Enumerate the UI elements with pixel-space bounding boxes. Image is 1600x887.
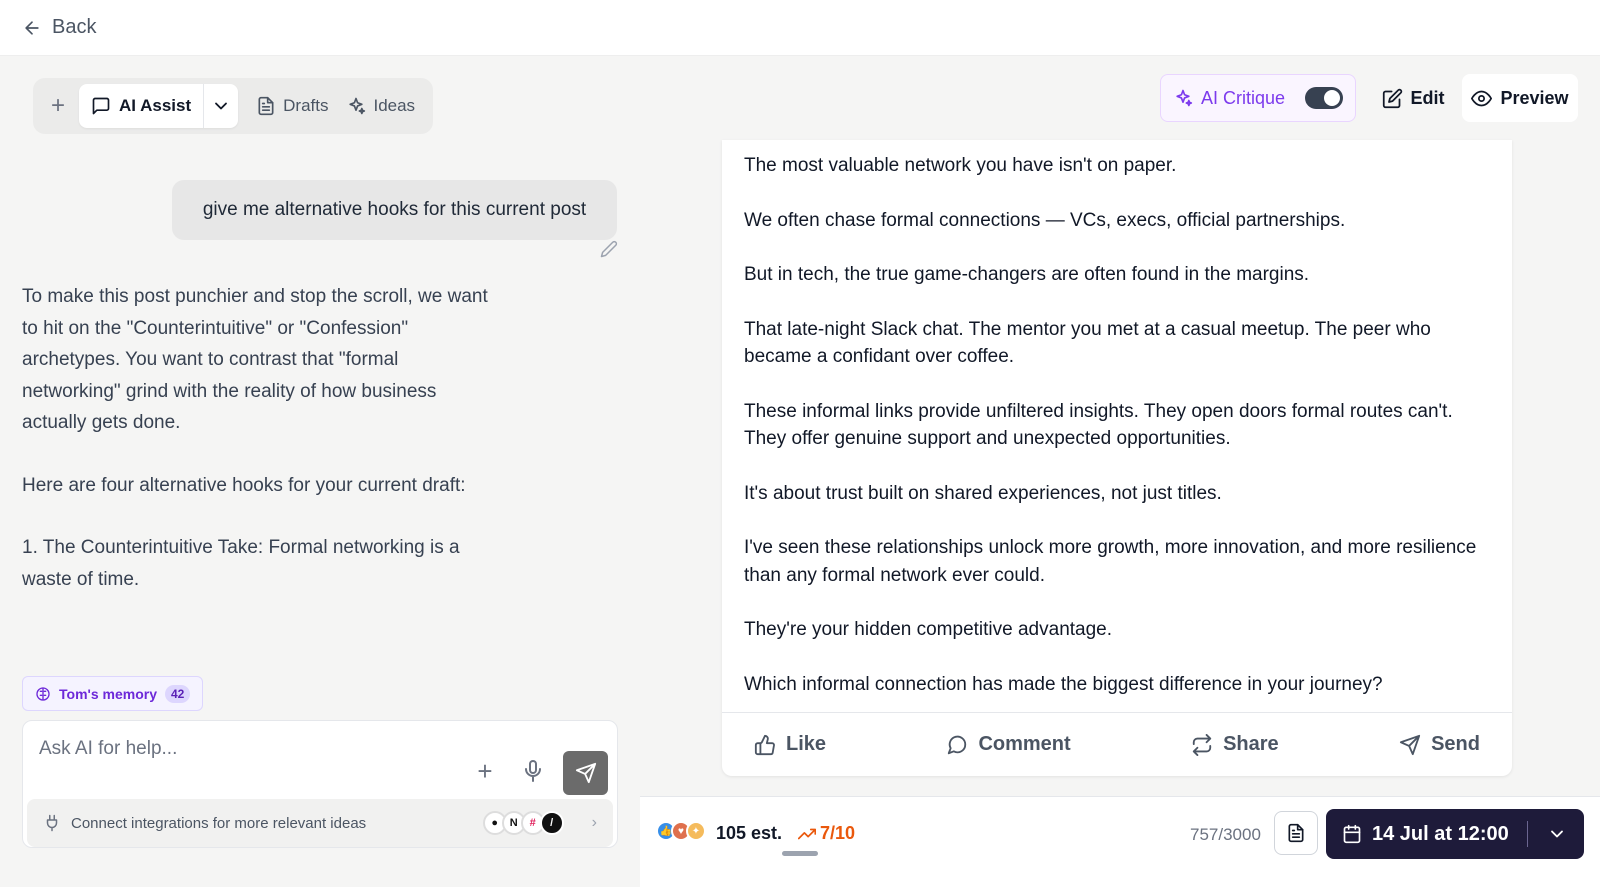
post-score[interactable]: 7/10 (798, 823, 855, 844)
share-button[interactable]: Share (1191, 733, 1279, 756)
file-text-icon (1288, 823, 1304, 843)
edit-label: Edit (1410, 87, 1445, 108)
post-paragraph: That late-night Slack chat. The mentor y… (744, 318, 1431, 368)
post-preview-card: The most valuable network you have isn't… (722, 140, 1512, 776)
assistant-paragraph: 1. The Counterintuitive Take: Formal net… (22, 537, 460, 590)
file-text-icon (258, 96, 274, 116)
chevron-right-icon: › (591, 814, 597, 831)
post-paragraph: I've seen these relationships unlock mor… (744, 537, 1477, 586)
schedule-button[interactable]: 14 Jul at 12:00 (1326, 809, 1584, 859)
user-message: give me alternative hooks for this curre… (172, 180, 617, 240)
ai-critique-switch[interactable] (1305, 87, 1343, 109)
repeat-icon (1192, 733, 1212, 756)
assistant-paragraph: To make this post punchier and stop the … (22, 286, 488, 433)
trending-up-icon (798, 828, 816, 839)
post-editor-panel: AI Critique Edit Preview The most valuab… (640, 56, 1600, 887)
message-square-icon (92, 97, 110, 115)
plug-icon (46, 814, 58, 832)
comment-label: Comment (978, 733, 1071, 755)
post-paragraph: It's about trust built on shared experie… (744, 482, 1222, 504)
assistant-toolbar: + AI Assist Drafts Ideas (33, 78, 433, 134)
drafts-doc-button[interactable] (1274, 811, 1318, 855)
schedule-dropdown[interactable] (1546, 824, 1568, 844)
send-icon (575, 762, 596, 784)
ask-ai-input[interactable] (39, 731, 459, 767)
like-button[interactable]: Like (754, 733, 826, 756)
send-label: Send (1431, 733, 1480, 755)
preview-button[interactable]: Preview (1462, 74, 1578, 122)
sparkles-icon (1176, 89, 1193, 107)
integration-logos: ● N # / (482, 811, 564, 835)
microphone-icon[interactable] (521, 759, 545, 783)
drag-handle[interactable] (782, 851, 818, 856)
engagement-estimate: 105 est. (716, 823, 783, 843)
comment-button[interactable]: Comment (946, 733, 1071, 756)
sparkles-icon (349, 97, 366, 115)
assistant-panel: + AI Assist Drafts Ideas give me alterna… (0, 56, 640, 887)
back-label: Back (52, 16, 97, 38)
chevron-down-icon (1551, 830, 1563, 838)
send-button[interactable]: Send (1399, 733, 1480, 756)
send-message-button[interactable] (563, 751, 608, 795)
ai-assist-dropdown[interactable] (204, 84, 238, 128)
tab-drafts[interactable]: Drafts (256, 96, 328, 116)
post-paragraph: We often chase formal connections — VCs,… (744, 209, 1346, 231)
new-chat-button[interactable]: + (43, 91, 73, 121)
pencil-icon[interactable] (600, 240, 618, 258)
top-bar: Back (0, 0, 1600, 56)
ai-critique-label: AI Critique (1201, 87, 1286, 108)
linear-icon: / (539, 811, 564, 835)
memory-count-badge: 42 (165, 684, 191, 703)
score-value: 7/10 (820, 823, 856, 843)
editor-footer: 👍 ♥ ✦ 105 est. 7/10 757/3000 14 Jul at 1… (640, 796, 1600, 887)
post-body: The most valuable network you have isn't… (722, 140, 1512, 712)
ai-assist-main[interactable]: AI Assist (79, 84, 203, 128)
thumbs-up-icon (754, 734, 775, 755)
send-icon (1399, 734, 1421, 755)
preview-label: Preview (1500, 87, 1569, 108)
post-actions-bar: Like Comment Share Send (722, 712, 1512, 776)
drafts-label: Drafts (283, 96, 329, 115)
post-paragraph: But in tech, the true game-changers are … (744, 264, 1310, 285)
insight-reaction-icon: ✦ (686, 821, 706, 841)
eye-icon (1471, 90, 1493, 106)
post-paragraph: The most valuable network you have isn't… (744, 155, 1177, 176)
like-label: Like (786, 733, 827, 755)
arrow-left-icon (25, 20, 39, 35)
ai-assist-label: AI Assist (119, 96, 192, 115)
character-count: 757/3000 (1190, 825, 1261, 844)
edit-button[interactable]: Edit (1370, 74, 1456, 122)
assistant-paragraph: Here are four alternative hooks for your… (22, 474, 466, 496)
integrations-label: Connect integrations for more relevant i… (71, 814, 367, 832)
share-label: Share (1223, 733, 1279, 755)
chevron-down-icon (215, 102, 228, 110)
divider (1527, 821, 1528, 847)
memory-label: Tom's memory (59, 685, 157, 702)
ideas-label: Ideas (373, 96, 416, 115)
ai-assist-tab[interactable]: AI Assist (79, 84, 239, 128)
schedule-label: 14 Jul at 12:00 (1372, 822, 1509, 845)
post-paragraph: These informal links provide unfiltered … (744, 400, 1453, 450)
memory-chip[interactable]: Tom's memory 42 (22, 676, 204, 711)
ai-critique-toggle[interactable]: AI Critique (1160, 74, 1356, 122)
add-attachment-button[interactable]: + (473, 756, 497, 786)
composer: + Connect integrations for more relevant… (22, 720, 618, 848)
assistant-message: To make this post punchier and stop the … (22, 281, 492, 626)
edit-icon (1382, 88, 1402, 108)
message-circle-icon (948, 735, 967, 754)
calendar-icon (1343, 824, 1361, 844)
brain-icon (36, 686, 50, 701)
tab-ideas[interactable]: Ideas (346, 96, 415, 116)
connect-integrations-bar[interactable]: Connect integrations for more relevant i… (27, 799, 613, 847)
post-paragraph: They're your hidden competitive advantag… (744, 619, 1113, 640)
back-button[interactable]: Back (22, 16, 96, 39)
post-paragraph: Which informal connection has made the b… (744, 673, 1383, 695)
reaction-icons: 👍 ♥ ✦ (656, 821, 706, 841)
